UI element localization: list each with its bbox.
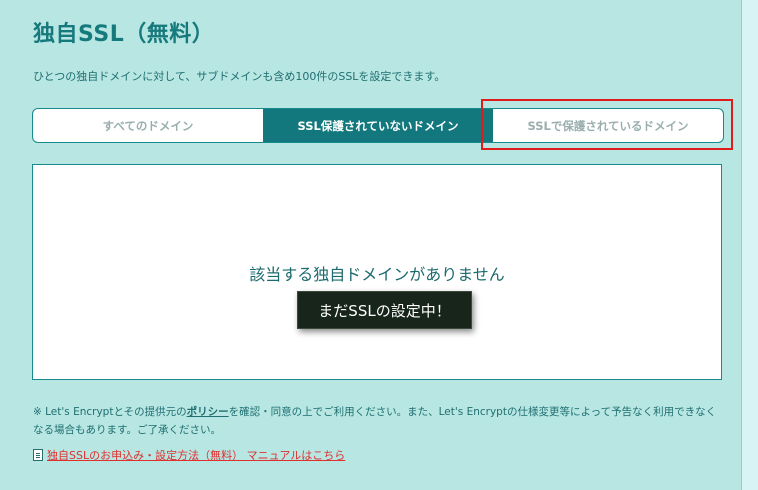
manual-link-row: 独自SSLのお申込み・設定方法（無料） マニュアルはこちら [33,447,345,463]
tab-all-domains[interactable]: すべてのドメイン [33,109,263,142]
tab-unprotected-domains[interactable]: SSL保護されていないドメイン [263,109,493,142]
policy-link[interactable]: ポリシー [187,406,229,418]
page-title: 独自SSL（無料） [33,22,215,47]
status-toast: まだSSLの設定中！ [297,291,472,329]
page-description: ひとつの独自ドメインに対して、サブドメインも含め100件のSSLを設定できます。 [33,70,446,83]
ssl-panel: 独自SSL（無料） ひとつの独自ドメインに対して、サブドメインも含め100件のS… [0,0,742,490]
manual-link[interactable]: 独自SSLのお申込み・設定方法（無料） マニュアルはこちら [47,447,345,463]
lets-encrypt-note: ※ Let's Encryptとその提供元のポリシーを確認・同意の上でご利用くだ… [33,403,723,439]
empty-state-message: 該当する独自ドメインがありません [249,265,505,284]
document-icon [33,449,43,461]
domain-filter-tabs: すべてのドメイン SSL保護されていないドメイン SSLで保護されているドメイン [32,108,724,143]
tab-protected-domains[interactable]: SSLで保護されているドメイン [493,109,723,142]
note-prefix: ※ Let's Encryptとその提供元の [33,406,187,418]
domain-list-area: 該当する独自ドメインがありません [32,164,722,380]
